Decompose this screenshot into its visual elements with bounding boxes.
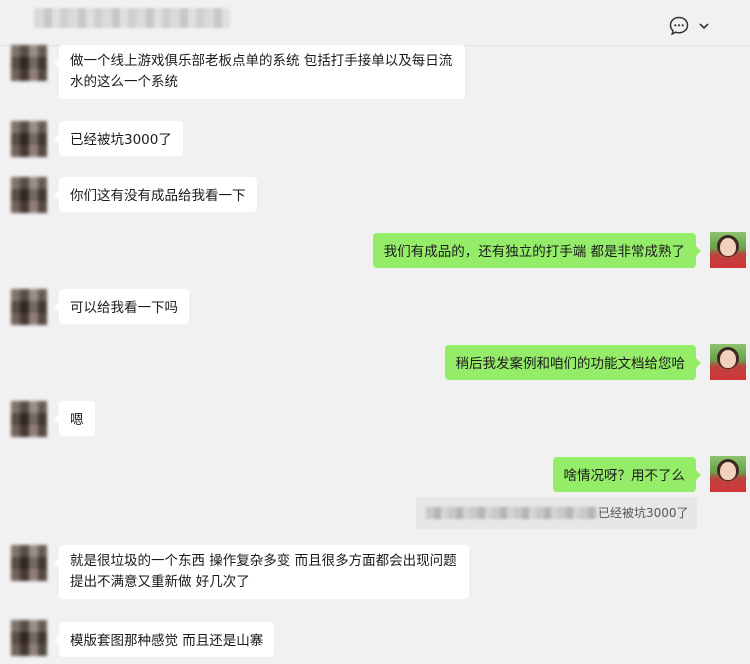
- avatar-face: [720, 350, 736, 368]
- message-bubble[interactable]: 可以给我看一下吗: [54, 289, 189, 324]
- message-bubble[interactable]: 就是很垃圾的一个东西 操作复杂多变 而且很多方面都会出现问题 提出不满意又重新做…: [54, 545, 469, 599]
- self-avatar[interactable]: [710, 344, 746, 380]
- contact-avatar[interactable]: [11, 121, 47, 157]
- quoted-text: 已经被坑3000了: [598, 506, 689, 520]
- quoted-sender-name: [426, 507, 598, 519]
- message-bubble[interactable]: 做一个线上游戏俱乐部老板点单的系统 包括打手接单以及每日流水的这么一个系统: [54, 45, 465, 99]
- contact-avatar[interactable]: [11, 177, 47, 213]
- message-bubble[interactable]: 啥情况呀？用不了么: [552, 457, 701, 492]
- self-avatar[interactable]: [710, 456, 746, 492]
- chat-title: 群聊: [34, 8, 230, 28]
- avatar-face: [720, 462, 736, 480]
- message-bubble[interactable]: 稍后我发案例和咱们的功能文档给您哈: [444, 345, 701, 380]
- avatar-face: [720, 238, 736, 256]
- chat-window: 群聊 做一个线上游戏俱乐部老板点单的系统 包括打手接单以及每日流水的这么一个系统…: [0, 0, 750, 664]
- chevron-down-icon[interactable]: [697, 18, 711, 32]
- contact-avatar[interactable]: [11, 289, 47, 325]
- message-bubble[interactable]: 你们这有没有成品给我看一下: [54, 177, 257, 212]
- contact-avatar[interactable]: [11, 401, 47, 437]
- message-bubble[interactable]: 我们有成品的，还有独立的打手端 都是非常成熟了: [372, 233, 702, 268]
- contact-avatar[interactable]: [11, 545, 47, 581]
- message-bubble[interactable]: 模版套图那种感觉 而且还是山寨: [53, 622, 275, 657]
- chat-header: 群聊: [0, 0, 750, 46]
- message-bubble[interactable]: 嗯: [54, 401, 95, 436]
- self-avatar[interactable]: [710, 232, 746, 268]
- contact-avatar[interactable]: [11, 620, 47, 656]
- contact-avatar[interactable]: [11, 45, 47, 81]
- quoted-message[interactable]: 已经被坑3000了: [416, 497, 697, 529]
- message-bubble[interactable]: 已经被坑3000了: [54, 121, 183, 156]
- chat-bubble-more-icon[interactable]: [667, 14, 691, 38]
